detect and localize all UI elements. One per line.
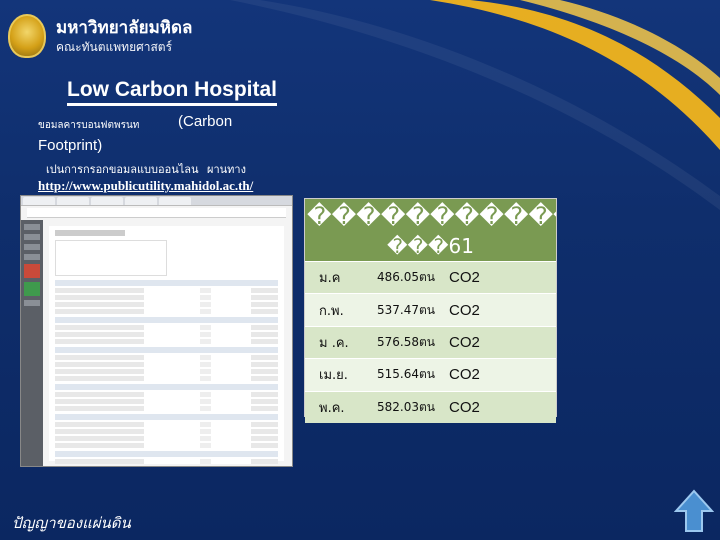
unit-cell: CO2	[449, 333, 480, 351]
table-row: เม.ย. 515.64ตน CO2	[305, 358, 556, 391]
value-cell: 486.05ตน	[377, 270, 435, 285]
screenshot-sidebar	[21, 220, 43, 466]
month-cell: เม.ย.	[319, 368, 348, 384]
university-name: มหาวิทยาลัยมหิดล	[56, 17, 193, 38]
university-seal-icon	[8, 14, 46, 58]
website-screenshot	[20, 195, 293, 467]
screenshot-form	[49, 226, 284, 464]
body-text-thai-3: ผานทาง	[207, 163, 246, 176]
value-cell: 576.58ตน	[377, 334, 435, 349]
body-text-carbon: (Carbon	[178, 113, 233, 130]
footer-signature: ปัญญาของแผ่นดิน	[12, 514, 131, 532]
arrow-up-icon[interactable]	[674, 489, 714, 533]
month-cell: พ.ค.	[319, 400, 345, 416]
value-cell: 582.03ตน	[377, 399, 435, 414]
table-header-line2: ���61	[387, 234, 474, 258]
body-text-footprint: Footprint)	[38, 137, 103, 154]
table-row: ม.ค 486.05ตน CO2	[305, 261, 556, 294]
screenshot-tabbar	[21, 196, 292, 206]
table-row: ม .ค. 576.58ตน CO2	[305, 325, 556, 359]
slide-title: Low Carbon Hospital	[67, 78, 277, 106]
table-header-line1: ������������������	[307, 202, 556, 230]
unit-cell: CO2	[449, 269, 480, 287]
body-text-thai-1: ขอมลคารบอนฟตพรนท	[38, 120, 140, 131]
value-cell: 515.64ตน	[377, 367, 435, 382]
table-row: ก.พ. 537.47ตน CO2	[305, 293, 556, 326]
month-cell: ก.พ.	[319, 303, 344, 319]
month-cell: ม .ค.	[319, 335, 349, 351]
carbon-emissions-table: ������������������ ���61 ม.ค 486.05ตน CO…	[304, 198, 557, 423]
unit-cell: CO2	[449, 398, 480, 416]
unit-cell: CO2	[449, 366, 480, 384]
utility-website-link[interactable]: http://www.publicutility.mahidol.ac.th/	[38, 178, 253, 194]
faculty-name: คณะทันตแพทยศาสตร์	[56, 39, 173, 54]
table-row: พ.ค. 582.03ตน CO2	[305, 390, 556, 423]
university-logo: มหาวิทยาลัยมหิดล คณะทันตแพทยศาสตร์	[8, 14, 192, 58]
screenshot-address-bar	[27, 208, 286, 218]
table-header: ������������������ ���61	[305, 199, 556, 261]
month-cell: ม.ค	[319, 271, 341, 287]
unit-cell: CO2	[449, 301, 480, 319]
value-cell: 537.47ตน	[377, 302, 435, 317]
body-text-thai-2: เปนการกรอกขอมลแบบออนไลน	[46, 163, 199, 176]
